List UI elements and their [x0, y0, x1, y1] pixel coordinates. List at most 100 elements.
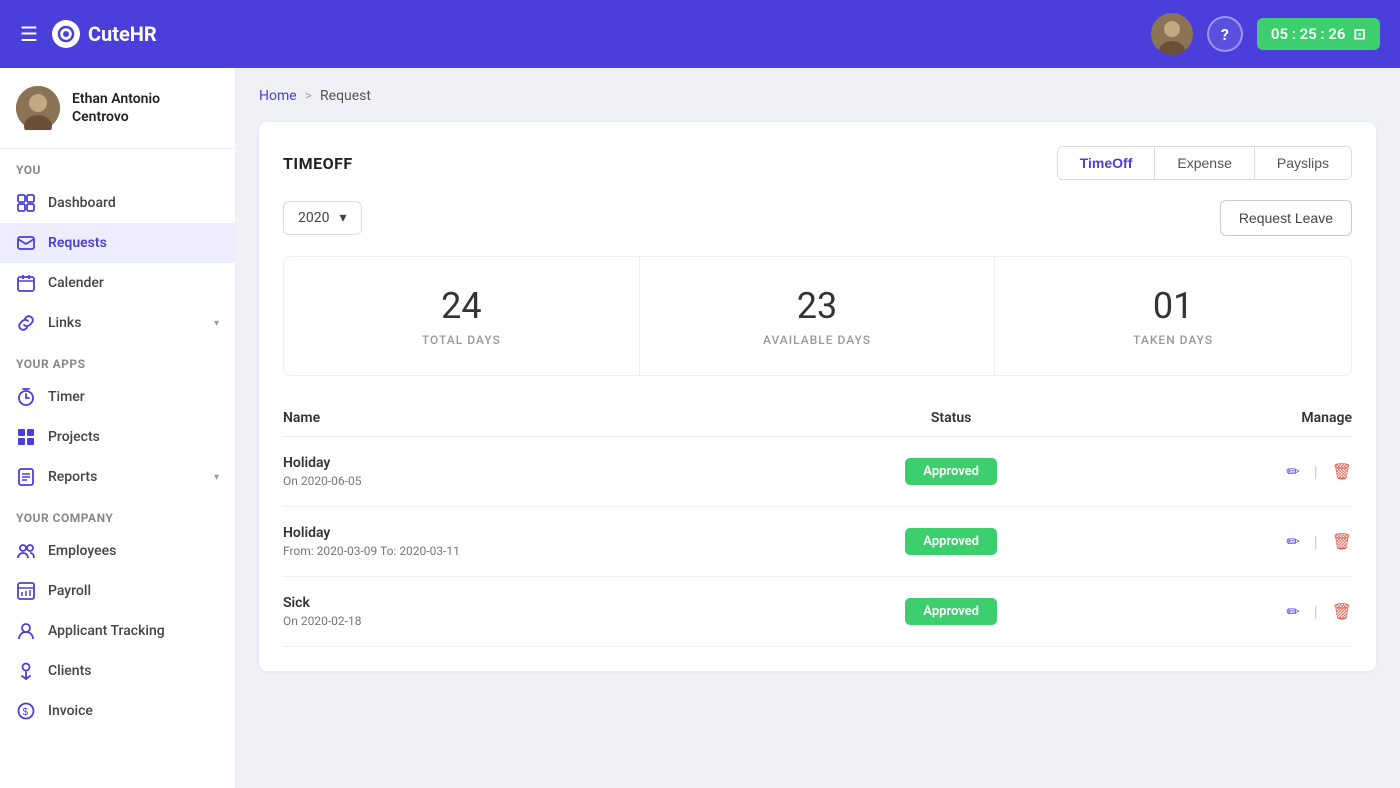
sidebar-item-employees[interactable]: Employees	[0, 531, 235, 571]
row2-edit-icon[interactable]: ✏	[1286, 532, 1299, 551]
sidebar-item-clients[interactable]: Clients	[0, 651, 235, 691]
calender-icon	[16, 273, 36, 293]
col-header-name: Name	[283, 410, 818, 426]
breadcrumb-separator: >	[305, 88, 312, 104]
topbar-right: ? 05 : 25 : 26 ⊡	[1151, 13, 1380, 55]
year-value: 2020	[298, 210, 329, 226]
sidebar: Ethan Antonio Centrovo You Dashboard	[0, 68, 235, 788]
row2-status-badge: Approved	[905, 528, 997, 555]
main-layout: Ethan Antonio Centrovo You Dashboard	[0, 68, 1400, 788]
sidebar-user-section: Ethan Antonio Centrovo	[0, 68, 235, 149]
card-header: TIMEOFF TimeOff Expense Payslips	[283, 146, 1352, 180]
svg-text:$: $	[23, 707, 29, 718]
row3-status-badge: Approved	[905, 598, 997, 625]
stats-row: 24 TOTAL DAYS 23 AVAILABLE DAYS 01 TAKEN…	[283, 256, 1352, 376]
logo-icon	[52, 20, 80, 48]
row2-status: Approved	[818, 528, 1085, 555]
you-section-label: You	[0, 149, 235, 183]
requests-icon	[16, 233, 36, 253]
row3-delete-icon[interactable]: 🗑	[1332, 602, 1352, 621]
topbar: ☰ CuteHR ? 05 : 25 : 26 ⊡	[0, 0, 1400, 68]
tab-group: TimeOff Expense Payslips	[1057, 146, 1352, 180]
tab-timeoff[interactable]: TimeOff	[1058, 147, 1156, 179]
row2-delete-icon[interactable]: 🗑	[1332, 532, 1352, 551]
row3-name-main: Sick	[283, 595, 818, 611]
timer-icon: ⊡	[1353, 25, 1366, 43]
sidebar-item-dashboard[interactable]: Dashboard	[0, 183, 235, 223]
stat-total-days: 24 TOTAL DAYS	[284, 257, 640, 375]
stat-available-label: AVAILABLE DAYS	[656, 333, 979, 347]
col-header-manage: Manage	[1085, 410, 1352, 426]
row3-manage-divider: |	[1314, 602, 1318, 621]
table-row: Holiday On 2020-06-05 Approved ✏ | 🗑	[283, 437, 1352, 507]
employees-icon	[16, 541, 36, 561]
applicant-tracking-label: Applicant Tracking	[48, 623, 165, 639]
stat-taken-value: 01	[1011, 285, 1335, 327]
stat-total-label: TOTAL DAYS	[300, 333, 623, 347]
projects-icon	[16, 427, 36, 447]
logo-text: CuteHR	[88, 22, 157, 46]
row2-name-sub: From: 2020-03-09 To: 2020-03-11	[283, 544, 818, 558]
topbar-left: ☰ CuteHR	[20, 20, 157, 48]
leave-table: Name Status Manage Holiday On 2020-06-05…	[283, 400, 1352, 647]
sidebar-item-calender[interactable]: Calender	[0, 263, 235, 303]
payroll-label: Payroll	[48, 583, 91, 599]
hamburger-icon[interactable]: ☰	[20, 22, 38, 46]
stat-available-days: 23 AVAILABLE DAYS	[640, 257, 996, 375]
row3-manage: ✏ | 🗑	[1085, 602, 1352, 621]
your-apps-section-label: Your Apps	[0, 343, 235, 377]
clients-label: Clients	[48, 663, 91, 679]
col-header-status: Status	[818, 410, 1085, 426]
sidebar-item-timer[interactable]: Timer	[0, 377, 235, 417]
invoice-icon: $	[16, 701, 36, 721]
help-button[interactable]: ?	[1207, 16, 1243, 52]
sidebar-avatar	[16, 86, 60, 130]
row1-manage-divider: |	[1314, 462, 1318, 481]
employees-label: Employees	[48, 543, 116, 559]
sidebar-username: Ethan Antonio Centrovo	[72, 90, 219, 126]
timeoff-card: TIMEOFF TimeOff Expense Payslips 2020 ▾ …	[259, 122, 1376, 671]
invoice-label: Invoice	[48, 703, 93, 719]
applicant-tracking-icon	[16, 621, 36, 641]
payroll-icon	[16, 581, 36, 601]
row1-name-sub: On 2020-06-05	[283, 474, 818, 488]
reports-icon	[16, 467, 36, 487]
stat-taken-days: 01 TAKEN DAYS	[995, 257, 1351, 375]
row2-name: Holiday From: 2020-03-09 To: 2020-03-11	[283, 525, 818, 558]
row3-status: Approved	[818, 598, 1085, 625]
breadcrumb-current: Request	[320, 88, 371, 104]
row2-manage: ✏ | 🗑	[1085, 532, 1352, 551]
calender-label: Calender	[48, 275, 104, 291]
topbar-avatar[interactable]	[1151, 13, 1193, 55]
dashboard-label: Dashboard	[48, 195, 116, 211]
timer-badge[interactable]: 05 : 25 : 26 ⊡	[1257, 18, 1380, 50]
year-selector[interactable]: 2020 ▾	[283, 201, 362, 235]
links-chevron: ▾	[214, 318, 219, 329]
row1-name-main: Holiday	[283, 455, 818, 471]
sidebar-item-projects[interactable]: Projects	[0, 417, 235, 457]
reports-chevron: ▾	[214, 472, 219, 483]
request-leave-button[interactable]: Request Leave	[1220, 200, 1352, 236]
row1-status-badge: Approved	[905, 458, 997, 485]
year-chevron-icon: ▾	[339, 210, 346, 226]
sidebar-item-reports[interactable]: Reports ▾	[0, 457, 235, 497]
requests-label: Requests	[48, 235, 107, 251]
tab-payslips[interactable]: Payslips	[1255, 147, 1351, 179]
main-content: Home > Request TIMEOFF TimeOff Expense P…	[235, 68, 1400, 788]
row1-delete-icon[interactable]: 🗑	[1332, 462, 1352, 481]
row3-edit-icon[interactable]: ✏	[1286, 602, 1299, 621]
row1-name: Holiday On 2020-06-05	[283, 455, 818, 488]
sidebar-item-requests[interactable]: Requests	[0, 223, 235, 263]
breadcrumb-home[interactable]: Home	[259, 88, 297, 104]
sidebar-item-invoice[interactable]: $ Invoice	[0, 691, 235, 731]
table-header: Name Status Manage	[283, 400, 1352, 437]
sidebar-item-links[interactable]: Links ▾	[0, 303, 235, 343]
row1-edit-icon[interactable]: ✏	[1286, 462, 1299, 481]
stat-taken-label: TAKEN DAYS	[1011, 333, 1335, 347]
timeoff-title: TIMEOFF	[283, 154, 353, 173]
row3-name: Sick On 2020-02-18	[283, 595, 818, 628]
sidebar-item-payroll[interactable]: Payroll	[0, 571, 235, 611]
sidebar-item-applicant-tracking[interactable]: Applicant Tracking	[0, 611, 235, 651]
tab-expense[interactable]: Expense	[1155, 147, 1254, 179]
row1-status: Approved	[818, 458, 1085, 485]
